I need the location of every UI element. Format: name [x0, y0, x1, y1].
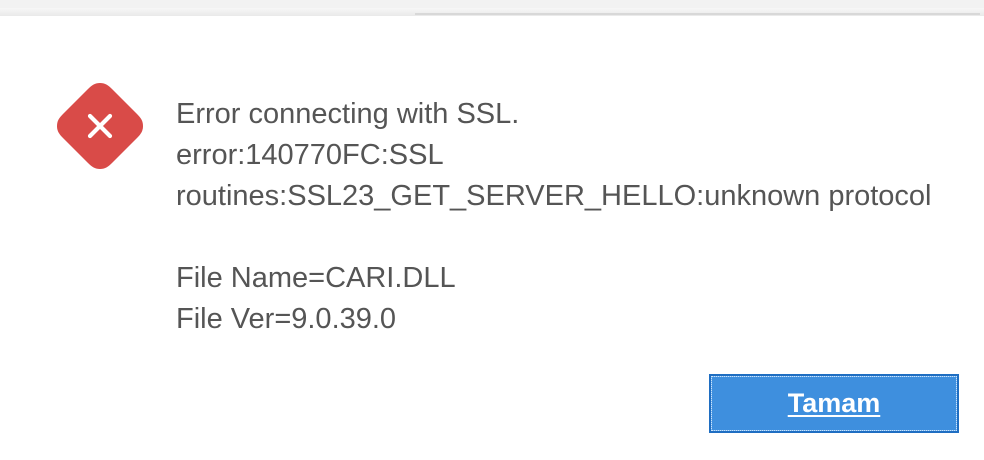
file-name-text: File Name=CARI.DLL	[176, 262, 456, 294]
error-icon	[57, 83, 143, 169]
error-message-line-3: routines:SSL23_GET_SERVER_HELLO:unknown …	[176, 180, 932, 212]
file-version-text: File Ver=9.0.39.0	[176, 303, 397, 335]
ok-button[interactable]: Tamam	[709, 374, 959, 433]
error-dialog: Error connecting with SSL. error:140770F…	[0, 0, 984, 460]
error-message: Error connecting with SSL. error:140770F…	[176, 94, 966, 340]
top-divider	[415, 13, 980, 15]
error-message-line-2: error:140770FC:SSL	[176, 139, 444, 171]
error-message-line-1: Error connecting with SSL.	[176, 98, 520, 130]
ok-button-label: Tamam	[787, 388, 881, 418]
